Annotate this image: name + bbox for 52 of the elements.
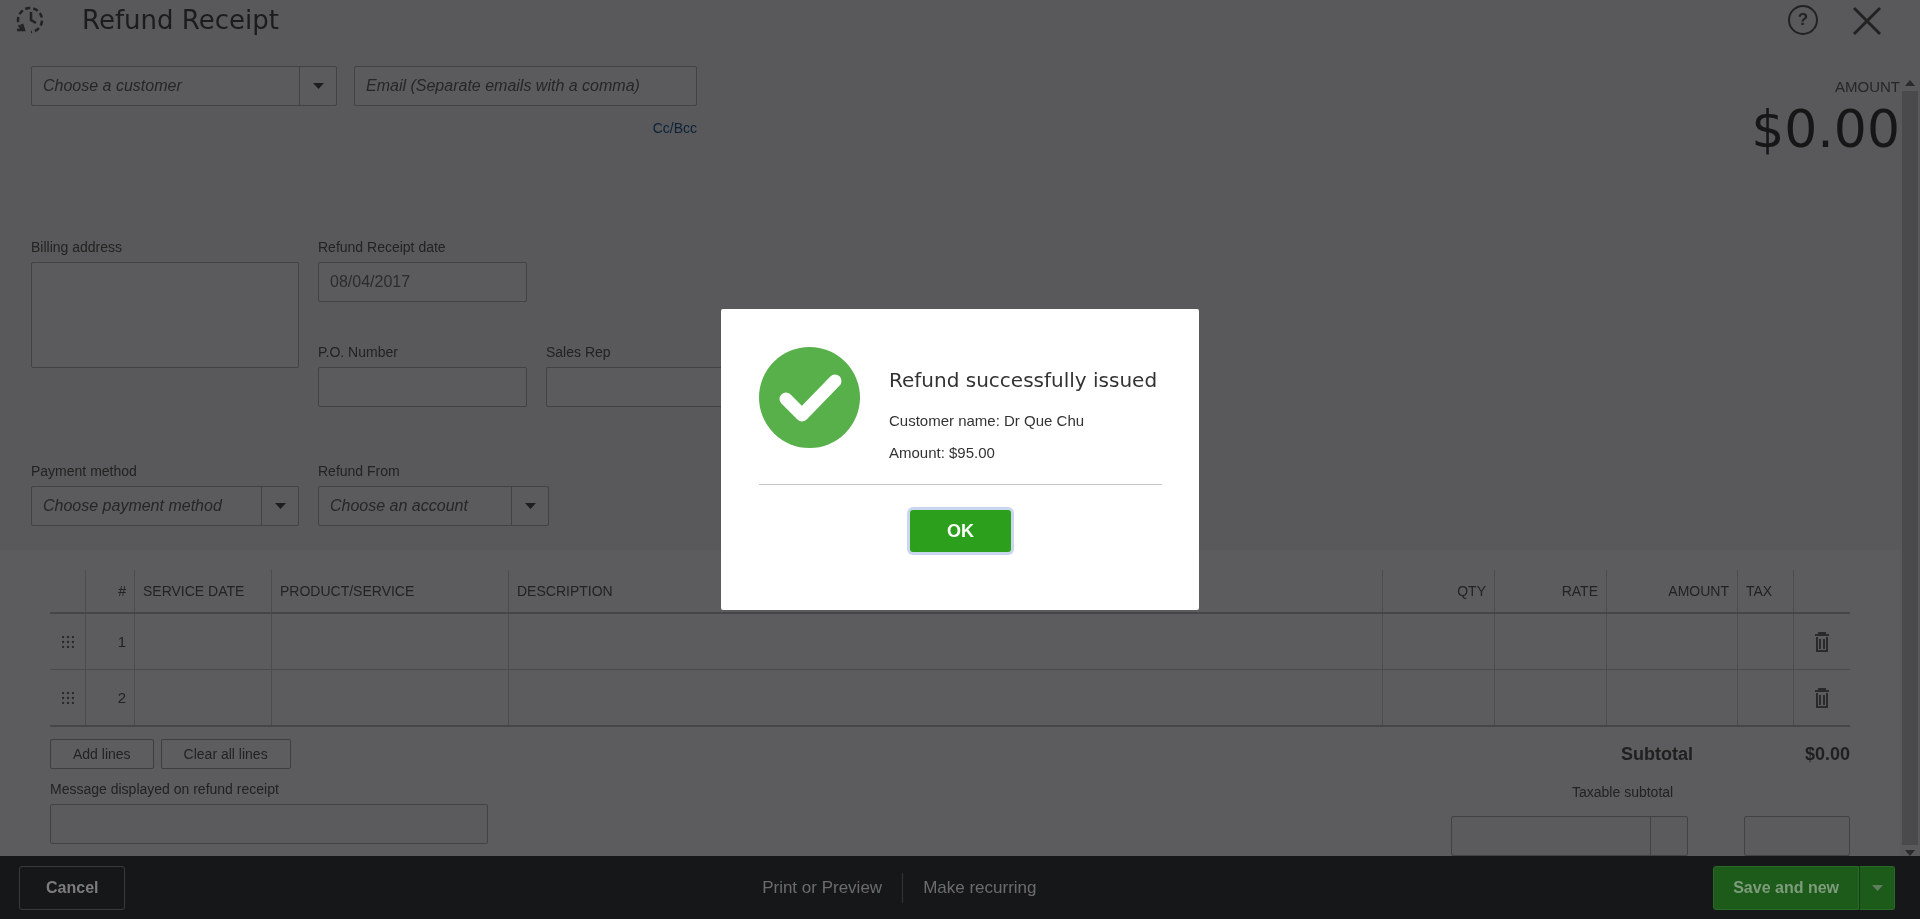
check-circle-icon (759, 347, 860, 448)
close-icon[interactable] (1852, 6, 1882, 36)
caret-icon (1871, 884, 1883, 891)
column-header: PRODUCT/SERVICE (272, 570, 509, 612)
column-header: # (86, 570, 135, 612)
ok-button[interactable]: OK (910, 510, 1011, 552)
column-header: TAX (1738, 570, 1794, 612)
message-field[interactable] (50, 804, 488, 844)
field-label: Refund From (318, 463, 401, 479)
subtotal-label: Subtotal (1620, 743, 1693, 765)
field-label: Sales Rep (546, 344, 612, 360)
column-header: QTY (1383, 570, 1495, 612)
field-label: Payment method (31, 463, 138, 479)
column-header: RATE (1495, 570, 1607, 612)
row-number: 2 (86, 670, 135, 725)
line-button[interactable]: Add lines (50, 739, 154, 769)
save-options-button[interactable] (1859, 865, 1895, 910)
scroll-up-icon[interactable] (1905, 80, 1915, 86)
drag-handle-icon[interactable] (61, 635, 74, 648)
caret-icon (312, 83, 324, 89)
dialog-text: Customer name: Dr Que Chu (889, 412, 1086, 429)
column-header: AMOUNT (1607, 570, 1738, 612)
scrollbar[interactable] (1900, 80, 1920, 856)
line-button[interactable]: Clear all lines (160, 739, 291, 769)
footer-link[interactable]: Print or Preview (762, 877, 883, 898)
row-number: 1 (86, 614, 135, 669)
tax-amount-field[interactable] (1744, 816, 1850, 856)
payment-method-dropdown[interactable]: Choose payment method (31, 486, 299, 526)
caret-icon (274, 503, 286, 509)
help-icon[interactable]: ? (1788, 5, 1818, 35)
caret-icon (524, 503, 536, 509)
column-header: SERVICE DATE (135, 570, 272, 612)
field-label: Refund Receipt date (318, 239, 447, 255)
field-label: Billing address (31, 239, 124, 255)
taxable-subtotal-label: Taxable subtotal (1572, 784, 1674, 800)
page-title: Refund Receipt (82, 5, 279, 35)
field-label: Message displayed on refund receipt (50, 781, 280, 797)
field-label: P.O. Number (318, 344, 399, 360)
drag-handle-icon[interactable] (61, 691, 74, 704)
dialog-text: Amount: $95.00 (889, 444, 996, 461)
subtotal-value: $0.00 (1804, 743, 1850, 765)
footer-link[interactable]: Make recurring (923, 877, 1037, 898)
amount-value: $0.00 (1751, 99, 1900, 159)
trash-icon[interactable] (1814, 631, 1830, 652)
tax-rate-dropdown[interactable] (1451, 816, 1688, 856)
dialog-title: Refund successfully issued (889, 368, 1158, 392)
po-number-field[interactable] (318, 367, 527, 407)
save-and-new-button[interactable]: Save and new (1713, 865, 1859, 910)
cc-bcc-link[interactable]: Cc/Bcc (652, 120, 697, 136)
billing-address-field[interactable] (31, 262, 299, 368)
trash-icon[interactable] (1814, 687, 1830, 708)
cancel-button[interactable]: Cancel (19, 865, 126, 910)
